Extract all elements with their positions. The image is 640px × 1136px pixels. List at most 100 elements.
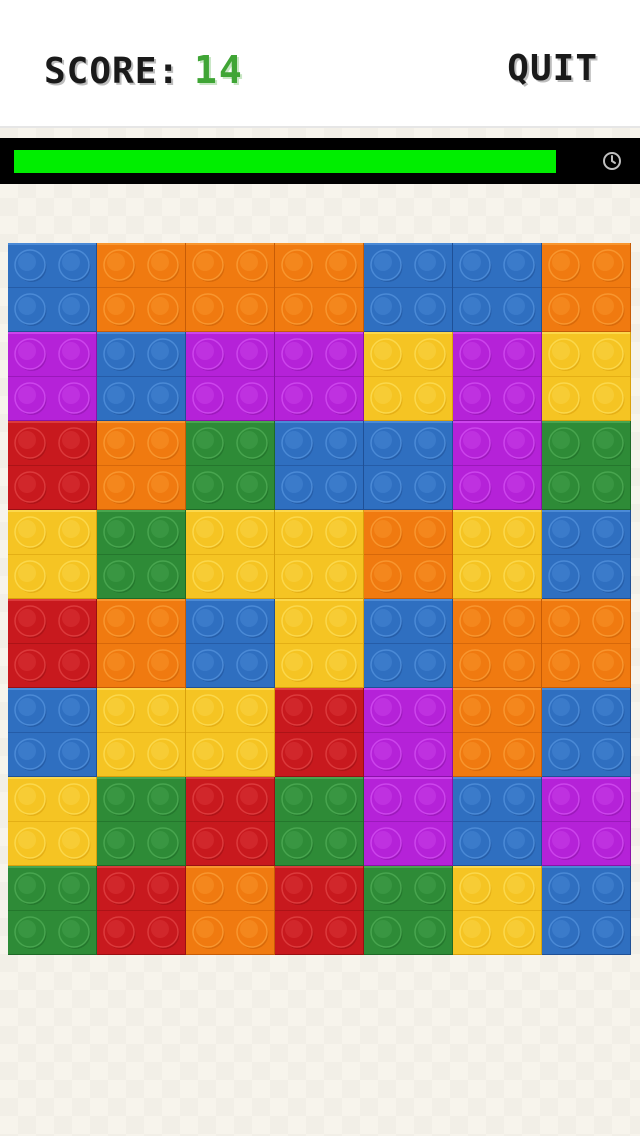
brick-graphic (97, 243, 186, 332)
brick-graphic (186, 599, 275, 688)
brick-yellow[interactable] (275, 510, 364, 599)
brick-orange[interactable] (97, 243, 186, 332)
brick-graphic (275, 866, 364, 955)
brick-blue[interactable] (542, 510, 631, 599)
brick-green[interactable] (97, 510, 186, 599)
brick-purple[interactable] (542, 777, 631, 866)
brick-yellow[interactable] (8, 510, 97, 599)
brick-yellow[interactable] (8, 777, 97, 866)
top-bar: SCORE: 14 QUIT (0, 0, 640, 128)
brick-orange[interactable] (97, 421, 186, 510)
brick-red[interactable] (186, 777, 275, 866)
brick-blue[interactable] (97, 332, 186, 421)
brick-orange[interactable] (186, 243, 275, 332)
brick-green[interactable] (186, 421, 275, 510)
brick-graphic (364, 421, 453, 510)
brick-graphic (186, 866, 275, 955)
brick-graphic (542, 421, 631, 510)
brick-graphic (275, 332, 364, 421)
brick-blue[interactable] (8, 243, 97, 332)
brick-yellow[interactable] (364, 332, 453, 421)
brick-graphic (275, 688, 364, 777)
brick-blue[interactable] (186, 599, 275, 688)
game-board (8, 243, 631, 955)
brick-graphic (453, 866, 542, 955)
brick-red[interactable] (8, 421, 97, 510)
brick-yellow[interactable] (275, 599, 364, 688)
brick-yellow[interactable] (542, 332, 631, 421)
brick-red[interactable] (8, 599, 97, 688)
brick-orange[interactable] (186, 866, 275, 955)
brick-red[interactable] (275, 866, 364, 955)
brick-orange[interactable] (453, 599, 542, 688)
brick-orange[interactable] (453, 688, 542, 777)
brick-graphic (97, 777, 186, 866)
brick-graphic (97, 332, 186, 421)
brick-graphic (97, 599, 186, 688)
brick-graphic (8, 599, 97, 688)
brick-blue[interactable] (542, 866, 631, 955)
brick-blue[interactable] (453, 777, 542, 866)
brick-yellow[interactable] (453, 866, 542, 955)
brick-graphic (186, 510, 275, 599)
brick-orange[interactable] (542, 599, 631, 688)
brick-graphic (8, 510, 97, 599)
brick-graphic (453, 777, 542, 866)
brick-graphic (453, 510, 542, 599)
brick-graphic (8, 777, 97, 866)
brick-red[interactable] (97, 866, 186, 955)
brick-blue[interactable] (453, 243, 542, 332)
brick-yellow[interactable] (186, 510, 275, 599)
brick-graphic (186, 777, 275, 866)
brick-blue[interactable] (275, 421, 364, 510)
brick-orange[interactable] (542, 243, 631, 332)
score-label: SCORE: (44, 51, 181, 92)
brick-purple[interactable] (364, 777, 453, 866)
brick-blue[interactable] (364, 243, 453, 332)
brick-purple[interactable] (453, 421, 542, 510)
brick-blue[interactable] (8, 688, 97, 777)
score-display: SCORE: 14 (44, 48, 244, 92)
brick-green[interactable] (364, 866, 453, 955)
brick-blue[interactable] (364, 599, 453, 688)
brick-orange[interactable] (364, 510, 453, 599)
brick-graphic (97, 866, 186, 955)
clock-icon (603, 152, 621, 170)
brick-blue[interactable] (364, 421, 453, 510)
brick-graphic (364, 777, 453, 866)
brick-purple[interactable] (275, 332, 364, 421)
brick-graphic (186, 332, 275, 421)
brick-green[interactable] (8, 866, 97, 955)
brick-graphic (364, 332, 453, 421)
brick-yellow[interactable] (97, 688, 186, 777)
brick-graphic (364, 510, 453, 599)
brick-yellow[interactable] (453, 510, 542, 599)
brick-graphic (453, 421, 542, 510)
brick-graphic (8, 332, 97, 421)
brick-orange[interactable] (275, 243, 364, 332)
brick-graphic (8, 866, 97, 955)
brick-red[interactable] (275, 688, 364, 777)
brick-graphic (542, 777, 631, 866)
brick-purple[interactable] (186, 332, 275, 421)
brick-green[interactable] (275, 777, 364, 866)
quit-button[interactable]: QUIT (507, 48, 598, 89)
brick-graphic (186, 421, 275, 510)
brick-graphic (97, 421, 186, 510)
brick-graphic (275, 243, 364, 332)
timer-track (14, 150, 584, 173)
brick-yellow[interactable] (186, 688, 275, 777)
brick-graphic (453, 332, 542, 421)
brick-orange[interactable] (97, 599, 186, 688)
brick-purple[interactable] (453, 332, 542, 421)
brick-graphic (97, 688, 186, 777)
brick-green[interactable] (97, 777, 186, 866)
brick-graphic (275, 510, 364, 599)
brick-purple[interactable] (364, 688, 453, 777)
brick-purple[interactable] (8, 332, 97, 421)
brick-graphic (542, 866, 631, 955)
brick-blue[interactable] (542, 688, 631, 777)
score-value: 14 (194, 48, 244, 92)
brick-green[interactable] (542, 421, 631, 510)
brick-graphic (364, 866, 453, 955)
